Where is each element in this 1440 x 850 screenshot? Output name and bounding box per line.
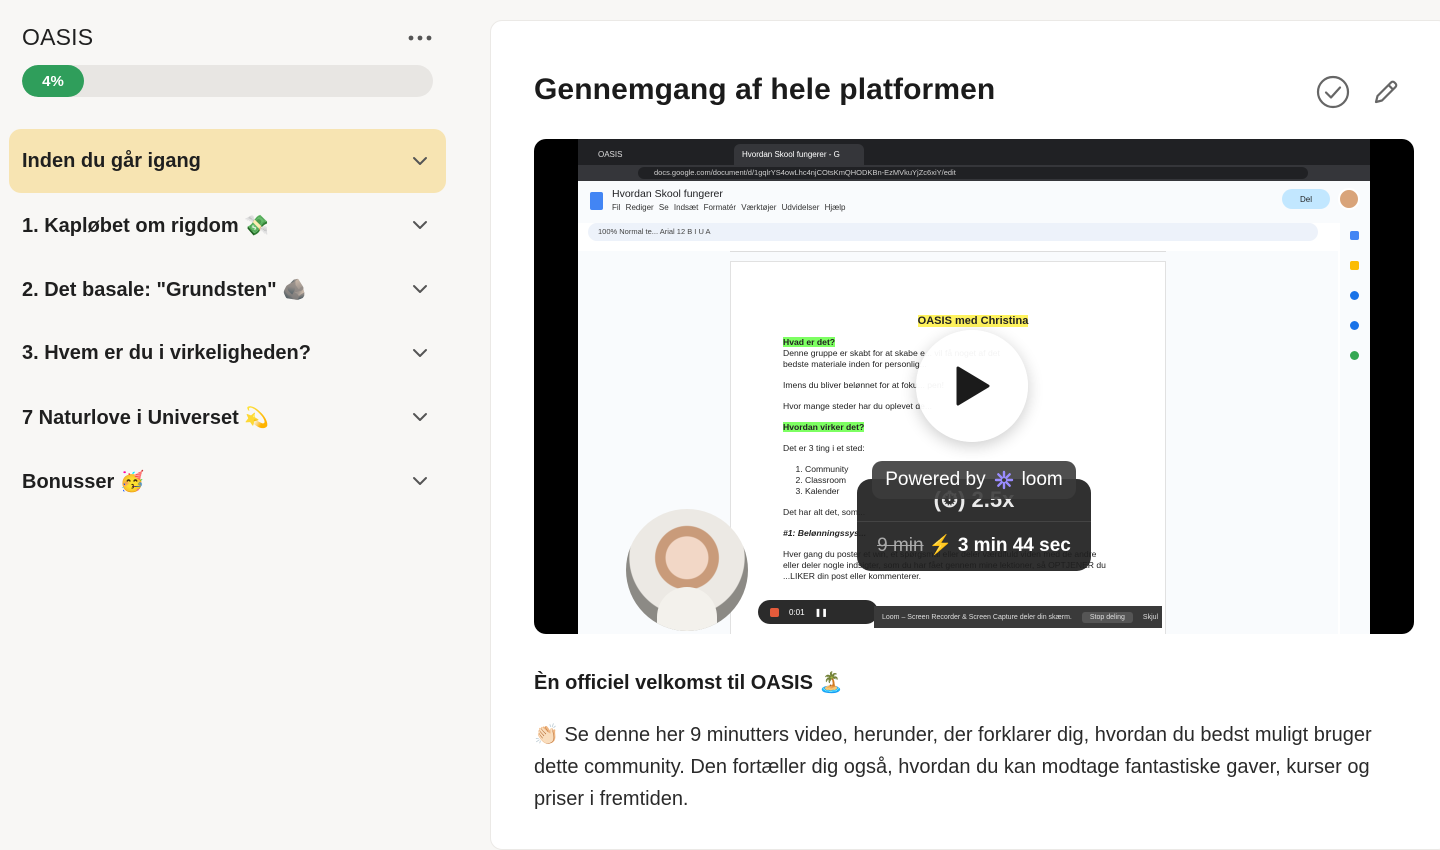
browser-tab: OASIS [598, 150, 623, 159]
loom-logo-icon [994, 470, 1013, 490]
module-naturlove[interactable]: 7 Naturlove i Universet 💫 [9, 385, 446, 449]
stop-record-icon [770, 607, 779, 617]
doc-heading: OASIS med Christina [917, 315, 1029, 327]
fast-duration: 3 min 44 sec [957, 535, 1071, 556]
doc-avatar [1338, 188, 1360, 210]
doc-q1: Hvad er det? [783, 337, 836, 347]
more-options-button[interactable] [403, 26, 437, 50]
doc-ruler [730, 243, 1166, 252]
chevron-down-icon [408, 341, 432, 365]
module-label: 1. Kapløbet om rigdom 💸 [22, 214, 270, 237]
module-label: Inden du går igang [22, 149, 201, 172]
doc-line: Det er 3 ting i et sted: [783, 443, 865, 453]
welcome-heading: Èn officiel velkomst til OASIS 🏝️ [534, 672, 844, 694]
duration-row: 9 min ⚡ 3 min 44 sec [857, 533, 1091, 557]
play-button[interactable] [916, 330, 1028, 442]
video-player[interactable]: OASIS Hvordan Skool fungerer - G docs.go… [534, 139, 1414, 634]
chevron-down-icon [408, 277, 432, 301]
sidebar: OASIS 4% Inden du går igang 1. Kapløbet … [0, 0, 470, 829]
screen-share-banner: Loom – Screen Recorder & Screen Capture … [874, 606, 1162, 628]
browser-tab: Hvordan Skool fungerer - G [734, 144, 864, 165]
module-kaploebet-om-rigdom[interactable]: 1. Kapløbet om rigdom 💸 [9, 193, 446, 257]
play-icon [956, 366, 990, 406]
chevron-down-icon [408, 149, 432, 173]
browser-url: docs.google.com/document/d/1gqlrYS4owLhc… [638, 167, 1308, 179]
module-bonusser[interactable]: Bonusser 🥳 [9, 449, 446, 513]
stop-sharing-label: Stop deling [1081, 611, 1133, 623]
module-hvem-er-du[interactable]: 3. Hvem er du i virkeligheden? [9, 321, 446, 385]
original-duration: 9 min [877, 535, 924, 556]
chevron-down-icon [408, 213, 432, 237]
lesson-panel: Gennemgang af hele platformen OASIS Hvor… [490, 20, 1440, 850]
webcam-bubble [626, 509, 748, 631]
recording-controls: 0:01 ❚❚ [758, 600, 878, 624]
doc-menu: Fil Rediger Se Indsæt Formatér Værktøjer… [612, 203, 846, 212]
module-label: 2. Det basale: "Grundsten" 🪨 [22, 278, 308, 301]
pause-icon: ❚❚ [814, 607, 828, 617]
lesson-description: 👏🏻 Se denne her 9 minutters video, herun… [534, 724, 1372, 810]
chevron-down-icon [408, 469, 432, 493]
chevron-down-icon [408, 405, 432, 429]
docs-icon [590, 192, 603, 210]
lightning-icon: ⚡ [928, 535, 953, 556]
module-list: Inden du går igang 1. Kapløbet om rigdom… [9, 129, 446, 513]
doc-name: Hvordan Skool fungerer [612, 188, 723, 200]
lesson-title: Gennemgang af hele platformen [534, 73, 996, 106]
module-inden-du-gaar-igang[interactable]: Inden du går igang [9, 129, 446, 193]
doc-line: ...LIKER din post eller kommenterer. [783, 571, 922, 581]
module-det-basale[interactable]: 2. Det basale: "Grundsten" 🪨 [9, 257, 446, 321]
doc-q2: Hvordan virker det? [783, 422, 865, 432]
module-label: 3. Hvem er du i virkeligheden? [22, 341, 311, 364]
hide-label: Skjul [1142, 613, 1159, 621]
browser-urlbar: docs.google.com/document/d/1gqlrYS4owLhc… [578, 165, 1370, 181]
doc-toolbar: 100% Normal te... Arial 12 B I U A [588, 223, 1318, 241]
mark-complete-button[interactable] [1315, 74, 1351, 110]
powered-by-label: Powered by [885, 469, 986, 490]
doc-side-rail [1340, 223, 1370, 634]
docs-header: Hvordan Skool fungerer Fil Rediger Se In… [578, 181, 1370, 223]
screen-share-text: Loom – Screen Recorder & Screen Capture … [882, 613, 1072, 621]
recording-time: 0:01 [789, 607, 805, 617]
browser-tabbar: OASIS Hvordan Skool fungerer - G [578, 139, 1370, 165]
pencil-icon [1374, 80, 1398, 104]
module-label: 7 Naturlove i Universet 💫 [22, 406, 270, 429]
powered-by-loom[interactable]: Powered by loom [872, 461, 1076, 499]
course-progress-bar: 4% [22, 65, 433, 97]
doc-page: OASIS med Christina Hvad er det? Denne g… [730, 261, 1166, 634]
progress-label: 4% [42, 72, 64, 90]
check-circle-icon [1316, 75, 1350, 109]
doc-share: Del [1282, 189, 1330, 209]
progress-fill: 4% [22, 65, 84, 97]
course-title: OASIS [22, 24, 94, 50]
edit-lesson-button[interactable] [1368, 74, 1404, 110]
more-dots-icon [408, 35, 432, 41]
loom-wordmark: loom [1021, 469, 1063, 490]
module-label: Bonusser 🥳 [22, 470, 145, 493]
